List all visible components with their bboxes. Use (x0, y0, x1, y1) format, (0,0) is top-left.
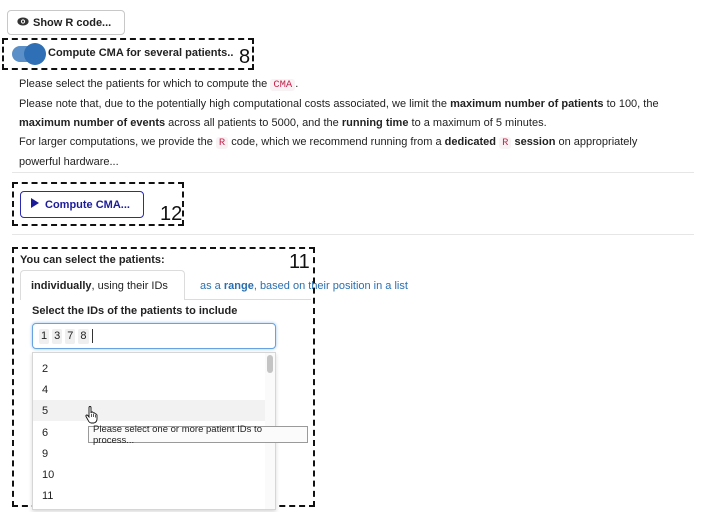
tab-individually[interactable]: individually, using their IDs (20, 270, 185, 300)
selected-id-chip[interactable]: 1 (39, 328, 50, 344)
cma-toggle-switch[interactable] (12, 43, 46, 65)
cma-toggle-label: Compute CMA for several patients.. (48, 47, 234, 59)
select-ids-label: Select the IDs of the patients to includ… (32, 305, 238, 317)
scrollbar-thumb[interactable] (267, 355, 273, 373)
dropdown-option[interactable]: 4 (33, 379, 265, 400)
annotation-number-12: 12 (160, 203, 183, 225)
patients-heading: You can select the patients: (20, 254, 165, 266)
description-line-5: powerful hardware... (19, 156, 119, 168)
dropdown-option[interactable]: 2 (33, 358, 265, 379)
tab-individually-rest: , using their IDs (91, 279, 168, 292)
show-r-code-label: Show R code... (33, 16, 112, 29)
divider-2 (12, 234, 694, 235)
dropdown-option-hovered[interactable]: 5 (33, 400, 265, 421)
compute-cma-button[interactable]: Compute CMA... (20, 191, 144, 218)
toggle-knob (24, 43, 46, 65)
dropdown-option[interactable]: 9 (33, 443, 265, 464)
show-r-code-button[interactable]: Show R code... (7, 10, 125, 35)
dropdown-option[interactable]: 11 (33, 485, 265, 506)
tab-range[interactable]: as a range, based on their position in a… (200, 278, 408, 294)
compute-cma-label: Compute CMA... (45, 198, 130, 211)
annotation-number-8: 8 (239, 46, 251, 68)
description-line-3: maximum number of events across all pati… (19, 117, 547, 129)
dropdown-option[interactable]: 10 (33, 464, 265, 485)
play-icon (31, 198, 39, 211)
annotation-number-11: 11 (289, 251, 310, 273)
description-line-2: Please note that, due to the potentially… (19, 98, 659, 110)
patient-ids-select[interactable]: 1 3 7 8 (32, 323, 276, 349)
tooltip: Please select one or more patient IDs to… (88, 424, 308, 446)
tab-bar-underline (185, 299, 311, 300)
description-line-1: Please select the patients for which to … (19, 78, 299, 91)
divider-1 (12, 172, 694, 173)
description-line-4: For larger computations, we provide the … (19, 136, 638, 149)
tab-individually-bold: individually (31, 279, 92, 292)
description-text: Please select the patients for which to … (19, 75, 699, 172)
selected-id-chip[interactable]: 3 (52, 328, 63, 344)
selected-id-chip[interactable]: 8 (78, 328, 89, 344)
selected-id-chip[interactable]: 7 (65, 328, 76, 344)
text-caret (91, 329, 93, 343)
eye-icon (17, 17, 29, 29)
